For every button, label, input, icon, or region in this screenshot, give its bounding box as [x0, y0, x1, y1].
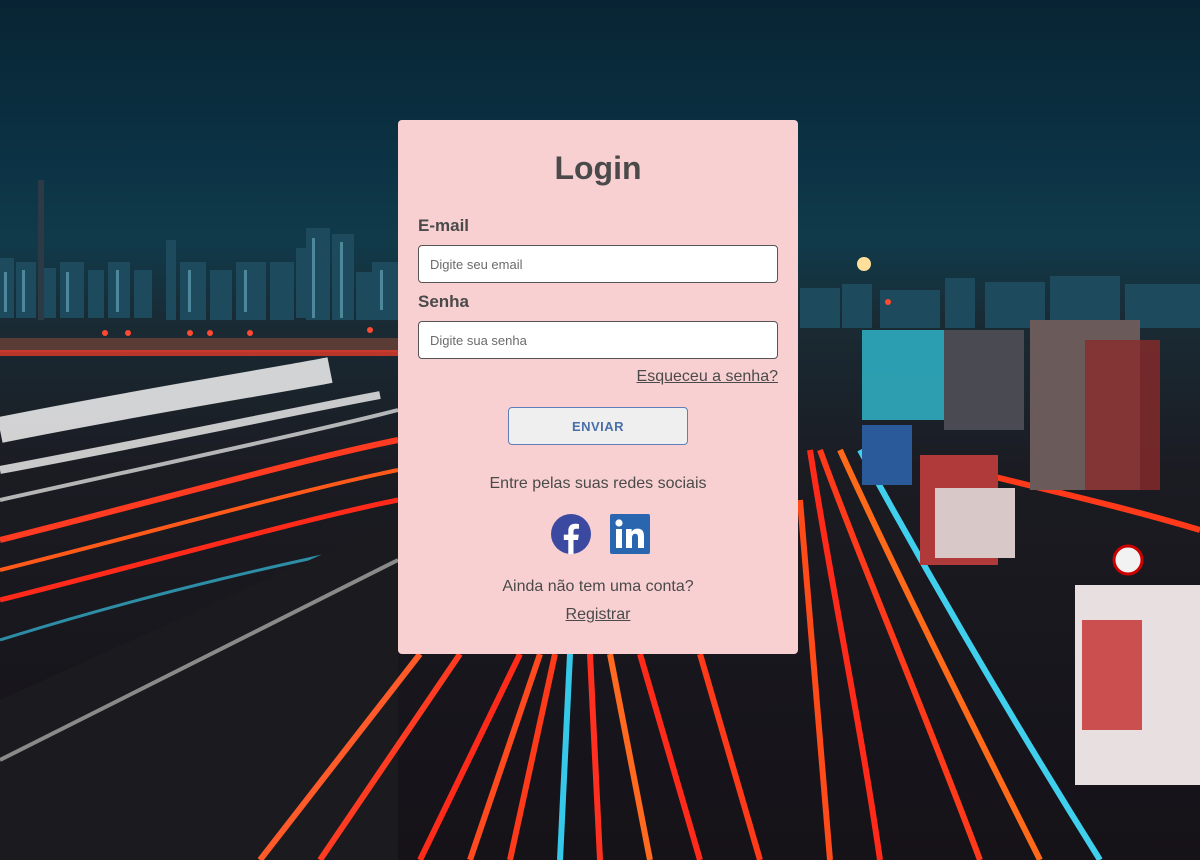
submit-button[interactable]: ENVIAR — [508, 407, 688, 445]
facebook-icon[interactable] — [550, 513, 592, 555]
password-label: Senha — [418, 292, 470, 311]
no-account-text: Ainda não tem uma conta? — [502, 578, 694, 595]
page-title: Login — [554, 150, 642, 186]
register-link[interactable]: Registrar — [566, 606, 631, 623]
forgot-password-link[interactable]: Esqueceu a senha? — [637, 368, 778, 386]
email-label: E-mail — [418, 216, 470, 235]
register-container: Registrar — [398, 606, 798, 624]
email-field[interactable] — [418, 245, 778, 283]
linkedin-icon[interactable] — [609, 513, 651, 555]
password-field[interactable] — [418, 321, 778, 359]
login-card: Login E-mail Senha Esqueceu a senha? ENV… — [398, 120, 798, 654]
social-login-text: Entre pelas suas redes sociais — [489, 475, 707, 492]
